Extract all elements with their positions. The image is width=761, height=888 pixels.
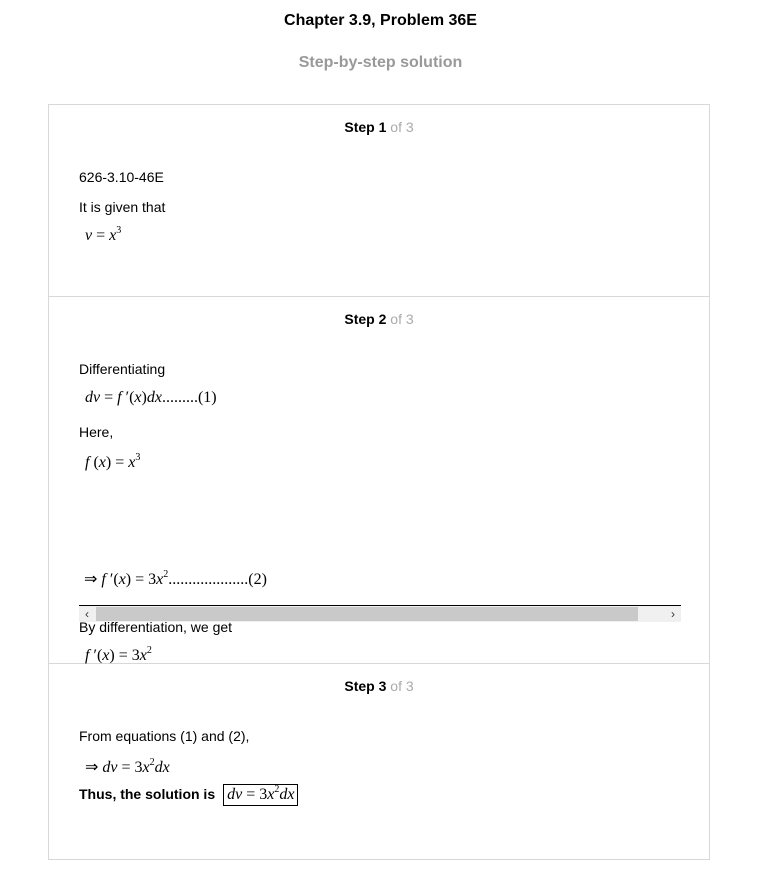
chevron-right-icon[interactable]: › bbox=[665, 606, 681, 622]
horizontal-scrollbar[interactable]: ‹ › bbox=[79, 606, 681, 622]
equation-1: dv = f ′(x)dx.........(1) bbox=[85, 389, 217, 406]
step-word: Step bbox=[344, 119, 375, 135]
step-number: 2 bbox=[378, 311, 387, 327]
equation-dv-result: ⇒ dv = 3x2dx bbox=[85, 757, 170, 777]
step-word: Step bbox=[344, 678, 375, 694]
step-of-total: of 3 bbox=[390, 311, 414, 327]
equation-2: ⇒ f ′(x) = 3x2....................(2) bbox=[84, 569, 267, 589]
step-header: Step 2 of 3 bbox=[49, 311, 709, 327]
here-text: Here, bbox=[79, 424, 114, 440]
page-title: Chapter 3.9, Problem 36E bbox=[284, 12, 477, 29]
thus-text: Thus, the solution is bbox=[79, 786, 216, 802]
chevron-left-icon[interactable]: ‹ bbox=[79, 606, 95, 622]
step-word: Step bbox=[344, 311, 375, 327]
equation-f-of-x: f (x) = x3 bbox=[85, 452, 141, 472]
given-text: It is given that bbox=[79, 199, 166, 215]
step-1: Step 1 of 3 626-3.10-46E It is given tha… bbox=[49, 105, 709, 297]
step-number: 1 bbox=[378, 119, 387, 135]
step-of-total: of 3 bbox=[390, 678, 414, 694]
final-answer-box: dv = 3x2dx bbox=[223, 784, 299, 806]
step-3: Step 3 of 3 From equations (1) and (2), … bbox=[49, 664, 709, 860]
differentiating-text: Differentiating bbox=[79, 361, 166, 377]
from-equations-text: From equations (1) and (2), bbox=[79, 728, 250, 744]
step-number: 3 bbox=[378, 678, 387, 694]
page-subtitle: Step-by-step solution bbox=[298, 54, 463, 71]
step-header: Step 1 of 3 bbox=[49, 119, 709, 135]
scrollbar-thumb[interactable] bbox=[96, 607, 638, 621]
solution-box: Step 1 of 3 626-3.10-46E It is given tha… bbox=[48, 104, 710, 860]
step-of-total: of 3 bbox=[390, 119, 414, 135]
equation-derivative: f ′(x) = 3x2 bbox=[85, 645, 152, 665]
step-header: Step 3 of 3 bbox=[49, 678, 709, 694]
problem-code: 626-3.10-46E bbox=[79, 169, 164, 185]
solution-line: Thus, the solution is dv = 3x2dx bbox=[79, 784, 299, 806]
equation-v-equals-x-cubed: v = x3 bbox=[85, 225, 122, 245]
